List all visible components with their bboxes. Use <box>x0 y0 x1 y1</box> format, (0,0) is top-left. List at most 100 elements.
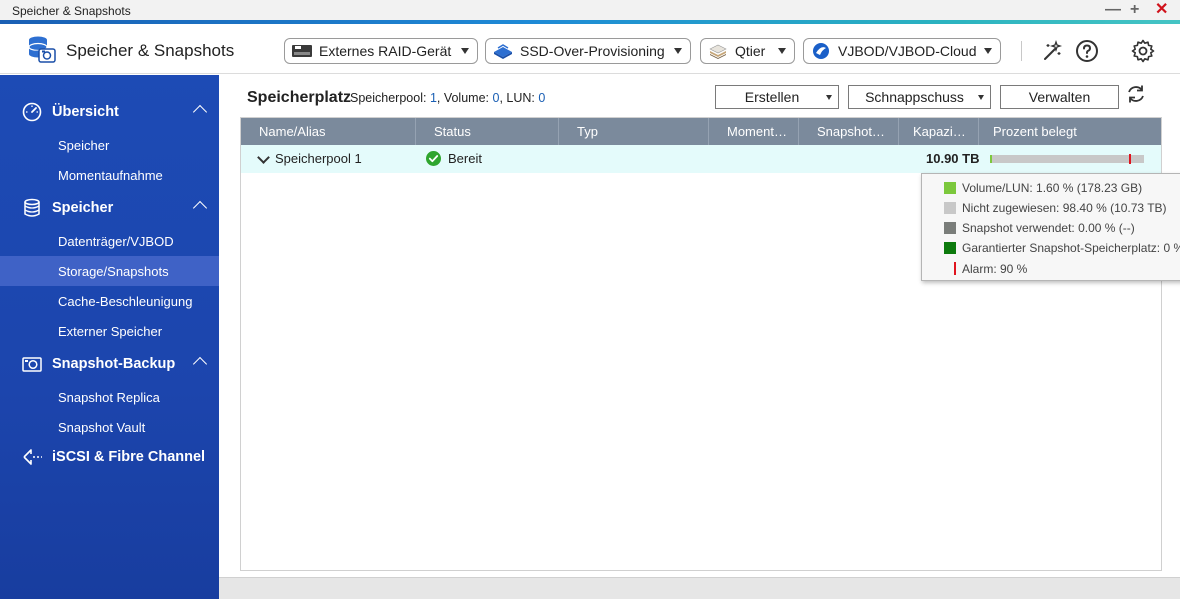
vjbod-cloud-button[interactable]: VJBOD/VJBOD-Cloud <box>803 38 1001 64</box>
app-header: Speicher & Snapshots Externes RAID-Gerät… <box>0 24 1180 74</box>
lun-count-label: , LUN: <box>499 91 535 105</box>
tooltip-text: Volume/LUN: 1.60 % (178.23 GB) <box>962 181 1143 195</box>
sidebar-group-label: Speicher <box>52 200 114 216</box>
tooltip-text: Garantierter Snapshot-Speicherplatz: 0 %… <box>962 241 1180 255</box>
manage-button[interactable]: Verwalten <box>1000 85 1119 109</box>
sidebar-item-snapshot-replica[interactable]: Snapshot Replica <box>0 382 219 412</box>
chevron-down-icon <box>984 48 992 54</box>
sidebar-group-iscsi[interactable]: iSCSI & Fibre Channel <box>0 442 219 472</box>
external-raid-label: Externes RAID-Gerät <box>319 43 452 59</box>
chevron-up-icon <box>192 356 208 372</box>
snapshot-button-label: Schnappschuss <box>865 89 964 105</box>
usage-bar-used <box>990 155 992 163</box>
sidebar-item-label: Momentaufnahme <box>58 168 163 183</box>
snapshot-dropdown-button[interactable]: Schnappschuss <box>848 85 991 109</box>
app-title: Speicher & Snapshots <box>66 41 235 60</box>
sidebar: Übersicht Speicher Momentaufnahme Speich… <box>0 75 219 599</box>
column-header-capacity[interactable]: Kapazi… <box>899 118 979 145</box>
expand-chevron-icon[interactable] <box>257 151 270 164</box>
create-button-label: Erstellen <box>744 89 800 105</box>
sidebar-group-storage[interactable]: Speicher <box>0 193 219 223</box>
sidebar-group-label: Übersicht <box>52 104 119 120</box>
manage-button-label: Verwalten <box>1028 89 1091 105</box>
sidebar-group-label: iSCSI & Fibre Channel <box>52 449 206 465</box>
header-divider <box>1021 41 1022 61</box>
column-header-type[interactable]: Typ <box>559 118 709 145</box>
main-content: Speicherplatz Speicherpool: 1, Volume: 0… <box>219 75 1180 599</box>
pool-capacity: 10.90 TB <box>926 151 980 166</box>
minimize-button[interactable]: — <box>1105 1 1121 19</box>
magic-wand-icon[interactable] <box>1040 39 1064 63</box>
sidebar-item-label: Storage/Snapshots <box>58 264 169 279</box>
volume-count-label: , Volume: <box>436 91 490 105</box>
pool-count-label: Speicherpool: <box>350 91 427 105</box>
storage-summary: Speicherpool: 1, Volume: 0, LUN: 0 <box>350 91 545 105</box>
ssd-over-provisioning-label: SSD-Over-Provisioning <box>520 43 665 59</box>
create-dropdown-button[interactable]: Erstellen <box>715 85 839 109</box>
raid-device-icon <box>292 45 312 57</box>
sidebar-item-momentaufnahme[interactable]: Momentaufnahme <box>0 160 219 190</box>
refresh-icon[interactable] <box>1125 83 1147 105</box>
sidebar-item-label: Datenträger/VJBOD <box>58 234 174 249</box>
sidebar-item-label: Snapshot Vault <box>58 420 146 435</box>
close-button[interactable]: ✕ <box>1155 1 1168 19</box>
lun-count: 0 <box>538 91 546 105</box>
chevron-down-icon <box>778 48 786 54</box>
table-header: Name/Alias Status Typ Moment… Snapshot… … <box>241 118 1161 145</box>
sidebar-item-label: Cache-Beschleunigung <box>58 294 193 309</box>
sidebar-item-speicher-overview[interactable]: Speicher <box>0 130 219 160</box>
horizontal-scrollbar[interactable] <box>219 577 1180 599</box>
sidebar-item-datentraeger-vjbod[interactable]: Datenträger/VJBOD <box>0 226 219 256</box>
tooltip-text: Nicht zugewiesen: 98.40 % (10.73 TB) <box>962 201 1167 215</box>
page-title: Speicherplatz <box>247 89 352 106</box>
dashboard-icon <box>22 102 42 122</box>
storage-app-icon <box>28 36 56 63</box>
sidebar-group-label: Snapshot-Backup <box>52 356 176 372</box>
chevron-up-icon <box>192 200 208 216</box>
vjbod-cloud-label: VJBOD/VJBOD-Cloud <box>838 43 977 59</box>
sidebar-group-overview[interactable]: Übersicht <box>0 97 219 127</box>
sidebar-item-externer-speicher[interactable]: Externer Speicher <box>0 316 219 346</box>
window-title: Speicher & Snapshots <box>12 4 131 18</box>
external-raid-button[interactable]: Externes RAID-Gerät <box>284 38 478 64</box>
usage-bar[interactable] <box>990 154 1144 164</box>
qtier-icon <box>709 44 727 59</box>
column-header-status[interactable]: Status <box>416 118 559 145</box>
chevron-down-icon <box>461 48 469 54</box>
table-row[interactable]: Speicherpool 1 Bereit 10.90 TB <box>241 145 1161 173</box>
ssd-icon <box>494 44 512 59</box>
column-header-moment[interactable]: Moment… <box>709 118 799 145</box>
sidebar-item-label: Speicher <box>58 138 110 153</box>
legend-swatch <box>944 182 956 194</box>
column-header-name[interactable]: Name/Alias <box>241 118 416 145</box>
maximize-button[interactable]: + <box>1130 1 1139 19</box>
status-ok-icon <box>426 151 441 166</box>
qtier-label: Qtier <box>735 43 766 59</box>
alarm-marker-icon <box>954 262 956 275</box>
sidebar-item-cache-beschleunigung[interactable]: Cache-Beschleunigung <box>0 286 219 316</box>
sidebar-item-label: Externer Speicher <box>58 324 163 339</box>
sidebar-item-storage-snapshots[interactable]: Storage/Snapshots <box>0 256 219 286</box>
chevron-down-icon <box>826 95 832 100</box>
pool-status: Bereit <box>448 151 482 166</box>
sidebar-group-snapshot-backup[interactable]: Snapshot-Backup <box>0 349 219 379</box>
ssd-over-provisioning-button[interactable]: SSD-Over-Provisioning <box>485 38 691 64</box>
qtier-button[interactable]: Qtier <box>700 38 795 64</box>
database-icon <box>24 198 40 217</box>
tooltip-text: Alarm: 90 % <box>962 262 1028 276</box>
pool-count: 1 <box>429 91 437 105</box>
help-icon[interactable] <box>1075 39 1099 63</box>
usage-bar-alarm-marker <box>1129 154 1131 164</box>
window-titlebar: Speicher & Snapshots — + ✕ <box>0 0 1180 24</box>
chevron-down-icon <box>978 95 984 100</box>
chevron-up-icon <box>192 104 208 120</box>
legend-swatch <box>944 202 956 214</box>
tooltip-text: Snapshot verwendet: 0.00 % (--) <box>962 221 1135 235</box>
sidebar-item-label: Snapshot Replica <box>58 390 160 405</box>
sidebar-item-snapshot-vault[interactable]: Snapshot Vault <box>0 412 219 442</box>
pool-name: Speicherpool 1 <box>275 151 362 166</box>
column-header-percent-used[interactable]: Prozent belegt <box>979 118 1161 145</box>
camera-icon <box>22 357 42 372</box>
gear-icon[interactable] <box>1131 39 1155 63</box>
column-header-snapshot[interactable]: Snapshot… <box>799 118 899 145</box>
